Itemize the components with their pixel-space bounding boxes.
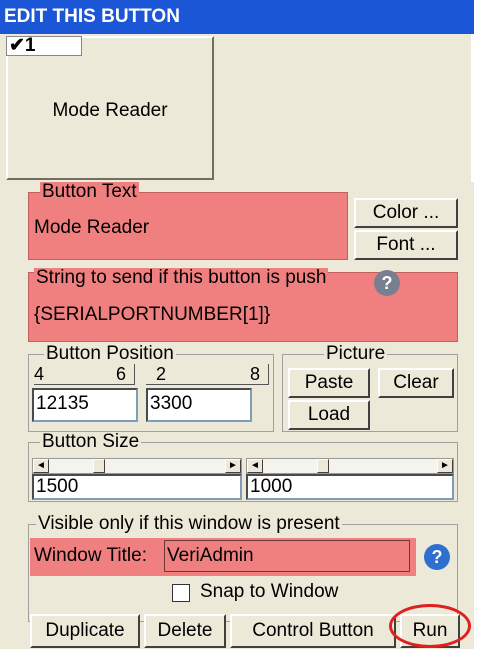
slider-right-arrow-icon[interactable]: ► — [225, 459, 241, 473]
y-scale: 28 — [146, 364, 269, 385]
width-slider[interactable]: ◄ ► — [32, 458, 242, 474]
control-button[interactable]: Control Button — [230, 614, 396, 648]
help-icon[interactable]: ? — [374, 270, 400, 296]
clear-button[interactable]: Clear — [378, 368, 454, 398]
paste-button[interactable]: Paste — [288, 368, 370, 398]
edit-button-window: EDIT THIS BUTTON ✔1 Mode Reader Button T… — [0, 0, 474, 649]
load-button[interactable]: Load — [288, 400, 370, 430]
position-legend: Button Position — [44, 343, 176, 364]
window-title-label: Window Title: — [34, 545, 147, 566]
x-position-input[interactable]: 12135 — [32, 388, 138, 422]
button-text-legend: Button Text — [40, 181, 139, 202]
slider-right-arrow-icon[interactable]: ► — [437, 459, 453, 473]
width-input[interactable]: 1500 — [32, 474, 242, 500]
color-button[interactable]: Color ... — [354, 198, 458, 228]
snap-checkbox[interactable] — [172, 584, 190, 602]
check-icon: ✔ — [9, 35, 25, 56]
y-scale-min: 2 — [156, 364, 167, 384]
help-icon[interactable]: ? — [424, 544, 450, 570]
button-text-input[interactable]: Mode Reader — [32, 214, 338, 248]
window-title-input[interactable]: VeriAdmin — [164, 540, 410, 572]
window-title: EDIT THIS BUTTON — [0, 0, 474, 34]
x-scale-max: 6 — [115, 364, 126, 384]
run-highlight-circle — [389, 604, 471, 648]
slider-left-arrow-icon[interactable]: ◄ — [33, 459, 49, 473]
preview-button-label: Mode Reader — [52, 100, 168, 121]
duplicate-label: Duplicate — [45, 620, 125, 641]
string-send-legend: String to send if this button is push — [34, 267, 329, 288]
checkbox-label: 1 — [24, 35, 36, 56]
picture-legend: Picture — [324, 343, 388, 364]
preview-checkbox[interactable]: ✔1 — [6, 36, 82, 56]
duplicate-button[interactable]: Duplicate — [30, 614, 140, 648]
y-scale-max: 8 — [249, 364, 260, 384]
width-slider-thumb[interactable] — [93, 459, 105, 473]
height-slider-thumb[interactable] — [317, 459, 329, 473]
y-position-input[interactable]: 3300 — [146, 388, 252, 422]
size-legend: Button Size — [40, 431, 142, 452]
slider-left-arrow-icon[interactable]: ◄ — [247, 459, 263, 473]
visible-legend: Visible only if this window is present — [36, 513, 342, 534]
height-slider[interactable]: ◄ ► — [246, 458, 454, 474]
delete-button[interactable]: Delete — [144, 614, 226, 648]
x-scale: 46 — [34, 364, 135, 385]
edit-panel: Button Text Mode Reader Color ... Font .… — [0, 182, 474, 649]
snap-label: Snap to Window — [200, 581, 339, 602]
string-send-input[interactable]: {SERIALPORTNUMBER[1]} — [32, 298, 452, 332]
height-input[interactable]: 1000 — [246, 474, 454, 500]
font-button[interactable]: Font ... — [354, 230, 458, 260]
x-scale-min: 4 — [34, 364, 45, 384]
